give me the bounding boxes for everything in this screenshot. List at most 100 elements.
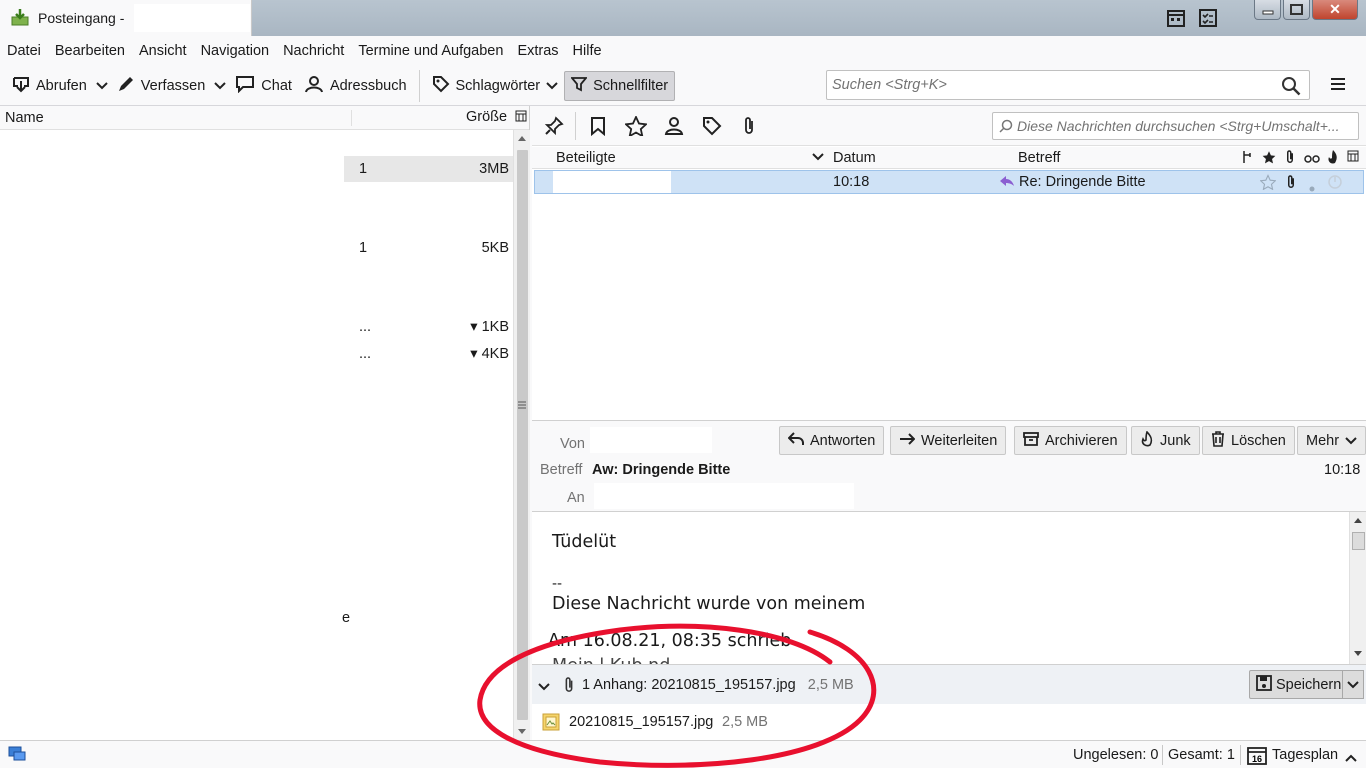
maximize-button[interactable] <box>1283 0 1310 20</box>
reply-icon <box>787 431 804 450</box>
minimize-button[interactable] <box>1254 0 1281 20</box>
junk-col-icon[interactable] <box>1327 149 1339 169</box>
menu-bar: Datei Bearbeiten Ansicht Navigation Nach… <box>0 36 1366 66</box>
tags-button[interactable]: Schlagwörter <box>426 71 565 101</box>
star-col-icon[interactable] <box>1262 150 1276 168</box>
col-date[interactable]: Datum <box>833 150 876 166</box>
col-subject[interactable]: Betreff <box>1018 150 1060 166</box>
from-label: Von <box>560 436 585 452</box>
folder-row[interactable]: 1 5KB <box>344 235 514 261</box>
write-label: Verfassen <box>140 77 206 94</box>
chat-bubble-icon <box>235 75 255 97</box>
message-header: Von Betreff Aw: Dringende Bitte 10:18 An… <box>532 420 1366 512</box>
menu-bearbeiten[interactable]: Bearbeiten <box>55 43 125 59</box>
body-line: Diese Nachricht wurde von meinem <box>552 594 866 614</box>
chevron-down-icon <box>1347 677 1359 693</box>
today-pane-toggle[interactable]: Tagesplan <box>1272 747 1338 763</box>
attachment-summary-size: 2,5 MB <box>807 677 854 693</box>
col-header-name[interactable]: Name <box>5 110 44 126</box>
folder-row[interactable]: ... ▾ 1KB <box>344 314 514 340</box>
reply-button[interactable]: Antworten <box>779 426 885 455</box>
star-filter-icon[interactable] <box>623 114 649 139</box>
menu-nachricht[interactable]: Nachricht <box>283 43 344 59</box>
chevron-down-icon[interactable] <box>538 679 550 695</box>
attachment-filter-icon[interactable] <box>741 116 757 139</box>
menu-termine[interactable]: Termine und Aufgaben <box>358 43 503 59</box>
contact-filter-icon[interactable] <box>664 116 684 139</box>
attachment-item[interactable]: 20210815_195157.jpg 2,5 MB <box>532 704 1366 740</box>
title-bar: Posteingang - ✕ <box>0 0 1366 36</box>
pencil-icon <box>117 75 135 97</box>
sort-chevron-icon[interactable] <box>812 149 824 165</box>
junk-button[interactable]: Junk <box>1131 426 1200 455</box>
attachment-icon <box>1285 174 1297 194</box>
hamburger-menu-icon[interactable] <box>1330 76 1346 96</box>
menu-ansicht[interactable]: Ansicht <box>139 43 187 59</box>
chevron-down-icon <box>1345 433 1357 449</box>
delete-label: Löschen <box>1231 432 1286 449</box>
folder-pane-header: Name Größe <box>0 106 529 130</box>
read-col-icon[interactable] <box>1304 152 1320 168</box>
star-toggle-icon[interactable] <box>1259 174 1277 194</box>
forward-button[interactable]: Weiterleiten <box>890 426 1007 455</box>
search-icon[interactable] <box>1281 76 1301 100</box>
read-dot-icon[interactable] <box>1309 180 1315 196</box>
get-mail-button[interactable]: Abrufen <box>6 71 93 101</box>
chevron-down-icon <box>214 78 227 94</box>
col-header-size[interactable]: Größe <box>466 109 507 125</box>
column-picker-icon[interactable] <box>1347 150 1359 166</box>
folder-scrollbar[interactable] <box>513 130 530 740</box>
message-row[interactable]: 10:18 Re: Dringende Bitte <box>534 170 1364 194</box>
chat-button[interactable]: Chat <box>229 71 298 101</box>
message-scrollbar[interactable] <box>1349 512 1366 664</box>
more-label: Mehr <box>1306 432 1340 449</box>
write-dropdown[interactable] <box>211 71 229 101</box>
column-picker-icon[interactable] <box>515 110 527 126</box>
archive-icon <box>1023 431 1039 451</box>
menu-navigation[interactable]: Navigation <box>201 43 270 59</box>
folder-row[interactable]: 1 3MB <box>344 156 514 182</box>
attachment-bar[interactable]: 1 Anhang: 20210815_195157.jpg 2,5 MB Spe… <box>532 664 1366 704</box>
col-participants[interactable]: Beteiligte <box>556 150 616 166</box>
reply-label: Antworten <box>810 432 876 449</box>
menu-hilfe[interactable]: Hilfe <box>573 43 602 59</box>
redacted-to <box>594 483 854 509</box>
search-placeholder: Suchen <Strg+K> <box>832 77 947 93</box>
menu-extras[interactable]: Extras <box>517 43 558 59</box>
archive-button[interactable]: Archivieren <box>1014 426 1127 455</box>
message-pane: Diese Nachrichten durchsuchen <Strg+Umsc… <box>532 106 1366 740</box>
quick-filter-search-input[interactable]: Diese Nachrichten durchsuchen <Strg+Umsc… <box>992 112 1359 140</box>
attachment-col-icon[interactable] <box>1284 149 1296 169</box>
folder-row[interactable]: ... ▾ 4KB <box>344 341 514 367</box>
message-body: Tüdelüt -- Diese Nachricht wurde von mei… <box>532 512 1366 664</box>
unread-filter-icon[interactable] <box>589 116 607 139</box>
menu-datei[interactable]: Datei <box>7 43 41 59</box>
get-mail-dropdown[interactable] <box>93 71 111 101</box>
address-book-button[interactable]: Adressbuch <box>298 71 413 101</box>
delete-button[interactable]: Löschen <box>1202 426 1295 455</box>
online-status-icon[interactable] <box>8 746 26 766</box>
write-button[interactable]: Verfassen <box>111 71 212 101</box>
redacted-area <box>134 4 250 32</box>
tag-filter-icon[interactable] <box>702 116 722 139</box>
global-search-input[interactable]: Suchen <Strg+K> <box>826 70 1310 100</box>
quick-filter-button[interactable]: Schnellfilter <box>564 70 676 101</box>
trash-icon <box>1211 430 1225 451</box>
close-button[interactable]: ✕ <box>1312 0 1358 20</box>
junk-status-icon[interactable] <box>1327 174 1343 194</box>
pin-icon[interactable] <box>544 116 564 139</box>
scrollbar-thumb[interactable] <box>1352 532 1365 550</box>
folder-count: 1 <box>359 161 368 177</box>
save-dropdown[interactable] <box>1342 670 1364 699</box>
save-attachment-button[interactable]: Speichern <box>1249 670 1349 699</box>
status-separator <box>1240 745 1241 765</box>
tasks-tab-icon[interactable] <box>1198 8 1218 31</box>
paperclip-icon <box>562 675 576 699</box>
calendar-tab-icon[interactable] <box>1166 8 1186 31</box>
quick-filter-placeholder: Diese Nachrichten durchsuchen <Strg+Umsc… <box>1017 118 1340 134</box>
thread-col-icon[interactable] <box>1242 150 1254 168</box>
junk-label: Junk <box>1160 432 1191 449</box>
more-button[interactable]: Mehr <box>1297 426 1366 455</box>
scrollbar-thumb[interactable] <box>517 150 528 720</box>
chevron-up-icon[interactable] <box>1345 750 1357 766</box>
